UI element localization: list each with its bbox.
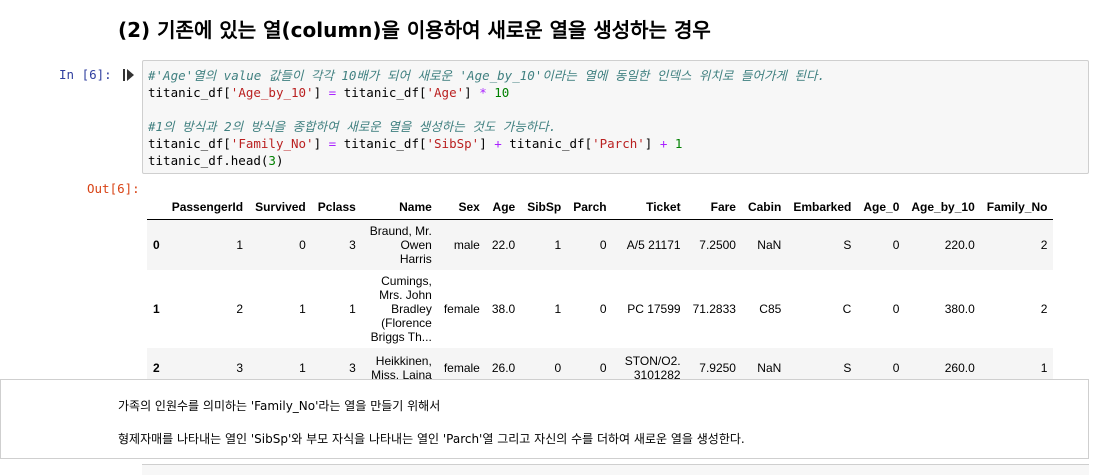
table-cell: 1 [299, 302, 306, 316]
row-index: 1 [153, 302, 160, 316]
table-cell: 71.2833 [692, 302, 736, 316]
dataframe-table: PassengerId Survived Pclass Name Sex Age… [147, 195, 1054, 388]
column-header: Pclass [311, 195, 362, 220]
table-cell: 38.0 [491, 302, 516, 316]
table-cell: 0 [599, 302, 607, 316]
code-editor[interactable]: #'Age'열의 value 값들이 각각 10배가 되어 새로운 'Age_b… [148, 67, 825, 169]
column-header: Age_by_10 [905, 195, 981, 220]
code-comment: #1의 방식과 2의 방식을 종합하여 새로운 열을 생성하는 것도 가능하다. [148, 119, 557, 134]
table-cell: 1 [554, 238, 562, 252]
table-cell: NaN [757, 238, 782, 252]
output-prompt: Out[6]: [87, 181, 140, 196]
column-header [147, 195, 166, 220]
table-cell: C [842, 302, 852, 316]
markdown-cell[interactable]: 가족의 인원수를 의미하는 'Family_No'라는 열을 만들기 위해서 형… [0, 379, 1089, 459]
column-header: SibSp [521, 195, 568, 220]
table-cell: Braund, Mr. Owen Harris [369, 224, 432, 266]
code-comment: #'Age'열의 value 값들이 각각 10배가 되어 새로운 'Age_b… [148, 68, 825, 83]
table-row: 1 2 1 1 Cumings, Mrs. John Bradley (Flor… [147, 270, 1053, 348]
table-cell: 22.0 [491, 238, 516, 252]
column-header: Cabin [741, 195, 788, 220]
table-cell: 0 [892, 302, 900, 316]
table-cell: 220.0 [944, 238, 975, 252]
table-cell: PC 17599 [627, 302, 681, 316]
table-cell: 0 [892, 238, 900, 252]
table-row: 0 1 0 3 Braund, Mr. Owen Harris male 22.… [147, 219, 1054, 270]
table-cell: S [843, 238, 852, 252]
markdown-text: 형제자매를 나타내는 열인 'SibSp'와 부모 자식을 나타내는 열인 'P… [118, 432, 745, 446]
column-header: Name [361, 195, 438, 220]
table-cell: 2 [1040, 302, 1048, 316]
section-heading: (2) 기존에 있는 열(column)을 이용하여 새로운 열을 생성하는 경… [118, 18, 711, 42]
table-cell: 2 [1040, 238, 1048, 252]
table-cell: 2 [236, 302, 244, 316]
table-cell: C85 [759, 302, 782, 316]
column-header: Ticket [612, 195, 687, 220]
input-prompt: In [6]: [59, 67, 112, 82]
column-header: Age_0 [857, 195, 906, 220]
table-cell: 0 [299, 238, 306, 252]
column-header: Fare [686, 195, 742, 220]
table-cell: 1 [554, 302, 562, 316]
table-cell: 1 [349, 302, 356, 316]
code-cell[interactable]: #'Age'열의 value 값들이 각각 10배가 되어 새로운 'Age_b… [142, 60, 1089, 174]
column-header: PassengerId [165, 195, 250, 220]
column-header: Age [485, 195, 522, 220]
table-header-row: PassengerId Survived Pclass Name Sex Age… [147, 195, 1054, 220]
markdown-text: 가족의 인원수를 의미하는 'Family_No'라는 열을 만들기 위해서 [118, 399, 441, 413]
column-header: Parch [567, 195, 613, 220]
run-cell-icon[interactable] [123, 68, 135, 82]
next-code-cell[interactable] [142, 464, 1089, 475]
column-header: Sex [437, 195, 486, 220]
table-cell: 0 [599, 238, 607, 252]
table-cell: A/5 21171 [626, 238, 681, 252]
table-cell: 7.2500 [699, 238, 736, 252]
column-header: Family_No [980, 195, 1054, 220]
table-cell: female [443, 302, 480, 316]
table-cell: male [453, 238, 480, 252]
table-cell: 380.0 [944, 302, 975, 316]
row-index: 0 [153, 238, 160, 252]
table-cell: 3 [349, 238, 356, 252]
table-cell: 1 [236, 238, 244, 252]
column-header: Survived [249, 195, 312, 220]
column-header: Embarked [787, 195, 858, 220]
table-cell: Cumings, Mrs. John Bradley (Florence Bri… [370, 274, 432, 344]
